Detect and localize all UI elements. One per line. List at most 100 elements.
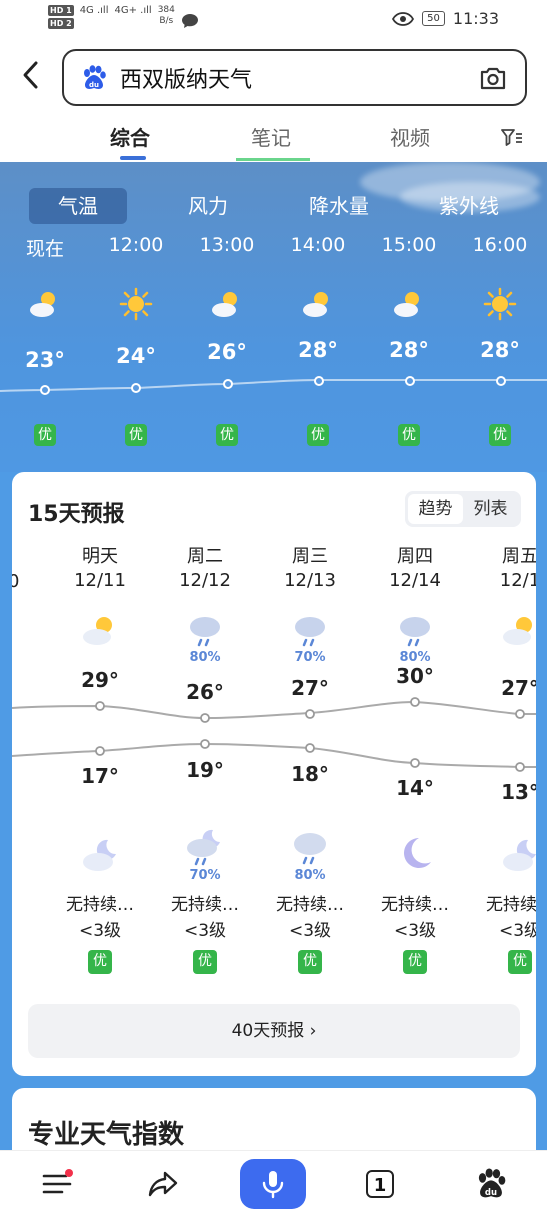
- hour-item: 12:00 24° 优: [91, 234, 181, 446]
- day-column[interactable]: 明天 12/11 29° 17° 无持续… <3级 优: [50, 542, 150, 974]
- svg-text:du: du: [89, 81, 99, 89]
- hourly-forecast-card: 气温 风力 降水量 紫外线 现在 23° 优 12:00 24° 优 13:00…: [0, 162, 547, 472]
- wind-level: <3级: [78, 921, 122, 941]
- hd2-badge: HD 2: [48, 18, 74, 29]
- rain-icon: [295, 617, 325, 647]
- day-column[interactable]: 周三 12/13 70% 27° 18° 80% 无持续… <3级 优: [260, 542, 360, 974]
- day-column[interactable]: 周五 12/1 27° 13° 无持续… <3级 优: [470, 542, 536, 974]
- 40-day-forecast-button[interactable]: 40天预报 ›: [28, 1004, 520, 1058]
- partly-cloudy-icon: [83, 617, 112, 645]
- wind-direction: 无持续…: [381, 895, 449, 915]
- search-box[interactable]: du 西双版纳天气: [62, 49, 527, 106]
- day-date: 12/11: [74, 570, 126, 591]
- svg-text:du: du: [485, 1188, 497, 1198]
- aqi-badge: 优: [398, 424, 420, 446]
- sunny-icon: [483, 287, 517, 321]
- hd1-badge: HD 1: [48, 5, 74, 16]
- precip-chance: 80%: [189, 650, 221, 665]
- aqi-badge: 优: [403, 950, 427, 974]
- low-temp: 13°: [501, 780, 536, 804]
- day-weekday: 周五: [502, 546, 536, 567]
- eye-icon: [392, 11, 415, 26]
- partly-cloudy-icon: [30, 292, 55, 317]
- hour-temp: 28°: [298, 338, 338, 362]
- wind-level: <3级: [498, 921, 536, 941]
- tab-zonghe[interactable]: 综合: [110, 122, 150, 151]
- night-precip-chance: 70%: [189, 868, 221, 883]
- cloudy-night-icon: [503, 839, 536, 871]
- hour-temp: 23°: [25, 348, 65, 372]
- aqi-badge: 优: [125, 424, 147, 446]
- microphone-icon: [262, 1171, 284, 1199]
- day-column[interactable]: 周四 12/14 80% 30° 14° 无持续… <3级 优: [365, 542, 465, 974]
- tab-underline: [236, 158, 310, 161]
- wind-level: <3级: [288, 921, 332, 941]
- sunny-icon: [119, 287, 153, 321]
- share-icon[interactable]: [146, 1167, 180, 1201]
- wind-direction: 无持续…: [171, 895, 239, 915]
- index-title: 专业天气指数: [28, 1120, 185, 1150]
- signal-2-icon: 4G+ .ıll: [114, 5, 152, 16]
- night-precip-chance: 80%: [294, 868, 326, 883]
- 15-day-forecast-card: 15天预报 趋势 列表 : 0 明天 12/11 29° 17° 无持续… <3…: [12, 472, 536, 1076]
- low-temp: 14°: [396, 776, 434, 800]
- hour-time: 12:00: [108, 234, 164, 256]
- hour-item: 15:00 28° 优: [364, 234, 454, 446]
- tab-notes[interactable]: 笔记: [251, 122, 291, 151]
- low-temp: 19°: [186, 758, 224, 782]
- aqi-badge: 优: [34, 424, 56, 446]
- active-tab-indicator: [120, 156, 146, 160]
- hour-time: 现在: [25, 238, 64, 260]
- rain-icon: [294, 833, 326, 865]
- partly-cloudy-icon: [303, 292, 328, 317]
- hour-temp: 24°: [116, 344, 156, 368]
- back-button[interactable]: [20, 60, 44, 96]
- result-tabs: 综合 笔记 视频: [0, 120, 547, 162]
- day-weekday: 周三: [292, 546, 328, 567]
- day-column[interactable]: 周二 12/12 80% 26° 19° 70% 无持续… <3级 优: [155, 542, 255, 974]
- hour-item: 14:00 28° 优: [273, 234, 363, 446]
- aqi-badge: 优: [193, 950, 217, 974]
- hour-time: 14:00: [290, 234, 346, 256]
- bottom-nav: 1 du: [0, 1150, 547, 1216]
- partly-cloudy-icon: [394, 292, 419, 317]
- high-temp: 27°: [291, 676, 329, 700]
- hour-temp: 28°: [480, 338, 520, 362]
- aqi-badge: 优: [489, 424, 511, 446]
- network-speed: 384 B/s: [157, 5, 175, 26]
- aqi-badge: 优: [88, 950, 112, 974]
- rain-icon: [190, 617, 220, 647]
- precip-chance: [50, 650, 150, 666]
- day-date: 12/14: [389, 570, 441, 591]
- day-date: 12/13: [284, 570, 336, 591]
- message-icon: [181, 14, 198, 28]
- hour-item: 16:00 28° 优: [455, 234, 545, 446]
- high-temp: 26°: [186, 680, 224, 704]
- status-bar: HD 1 HD 2 4G .ıll 4G+ .ıll 384 B/s 50 11:3…: [0, 0, 547, 40]
- filter-icon[interactable]: [500, 126, 524, 150]
- partly-cloudy-icon: [503, 617, 532, 645]
- search-input[interactable]: 西双版纳天气: [120, 62, 252, 94]
- battery-icon: 50: [422, 11, 445, 26]
- day-date: 12/12: [179, 570, 231, 591]
- high-temp: 29°: [81, 668, 119, 692]
- hour-time: 16:00: [472, 234, 528, 256]
- cloudy-night-icon: [83, 839, 116, 871]
- chevron-left-icon: [23, 61, 38, 89]
- camera-icon[interactable]: [479, 65, 507, 91]
- baidu-paw-icon[interactable]: du: [474, 1167, 508, 1201]
- low-temp: 18°: [291, 762, 329, 786]
- day-weekday: 周二: [187, 546, 223, 567]
- hour-temp: 28°: [389, 338, 429, 362]
- hour-item: 13:00 26° 优: [182, 234, 272, 446]
- day-weekday: 明天: [82, 546, 118, 567]
- aqi-badge: 优: [298, 950, 322, 974]
- voice-search-button[interactable]: [240, 1159, 306, 1209]
- menu-icon[interactable]: [40, 1167, 74, 1201]
- wind-level: <3级: [183, 921, 227, 941]
- tabs-count-button[interactable]: 1: [366, 1170, 394, 1198]
- tab-video[interactable]: 视频: [390, 122, 430, 151]
- aqi-badge: 优: [307, 424, 329, 446]
- clock: 11:33: [452, 9, 499, 28]
- baidu-paw-icon: du: [84, 64, 106, 89]
